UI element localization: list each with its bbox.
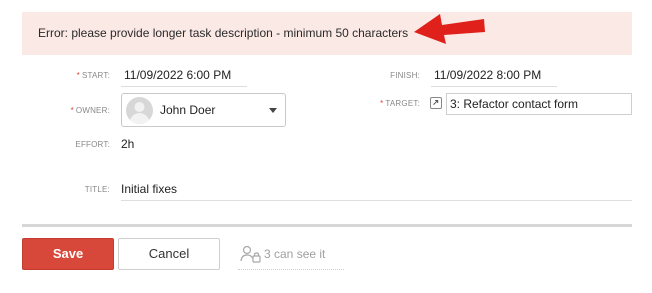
save-button[interactable]: Save [22,238,114,270]
effort-label: EFFORT: [75,140,110,149]
start-label: * START: [76,71,110,80]
target-input[interactable]: 3: Refactor contact form [446,93,632,115]
start-field[interactable]: 11/09/2022 6:00 PM [124,68,231,82]
title-label: TITLE: [84,185,110,194]
finish-field[interactable]: 11/09/2022 8:00 PM [434,68,541,82]
cancel-button[interactable]: Cancel [118,238,220,270]
error-message: Error: please provide longer task descri… [38,26,409,40]
footer-divider [22,224,632,227]
finish-label: FINISH: [390,71,420,80]
external-link-icon[interactable] [430,97,442,109]
owner-select[interactable]: John Doer [121,93,286,127]
title-field[interactable]: Initial fixes [121,182,177,196]
owner-name: John Doer [160,103,216,117]
target-label: * TARGET: [380,99,420,108]
title-field-underline [121,200,632,201]
start-field-underline [121,86,247,87]
users-lock-icon [240,245,261,263]
visibility-text: 3 can see it [264,247,326,261]
chevron-down-icon [269,108,277,113]
target-value: 3: Refactor contact form [450,97,579,111]
user-avatar-icon [126,97,153,124]
red-arrow-icon [414,14,485,44]
finish-field-underline [431,86,557,87]
visibility-button[interactable]: 3 can see it [238,240,344,270]
owner-label: * OWNER: [70,106,110,115]
effort-field[interactable]: 2h [121,137,134,151]
